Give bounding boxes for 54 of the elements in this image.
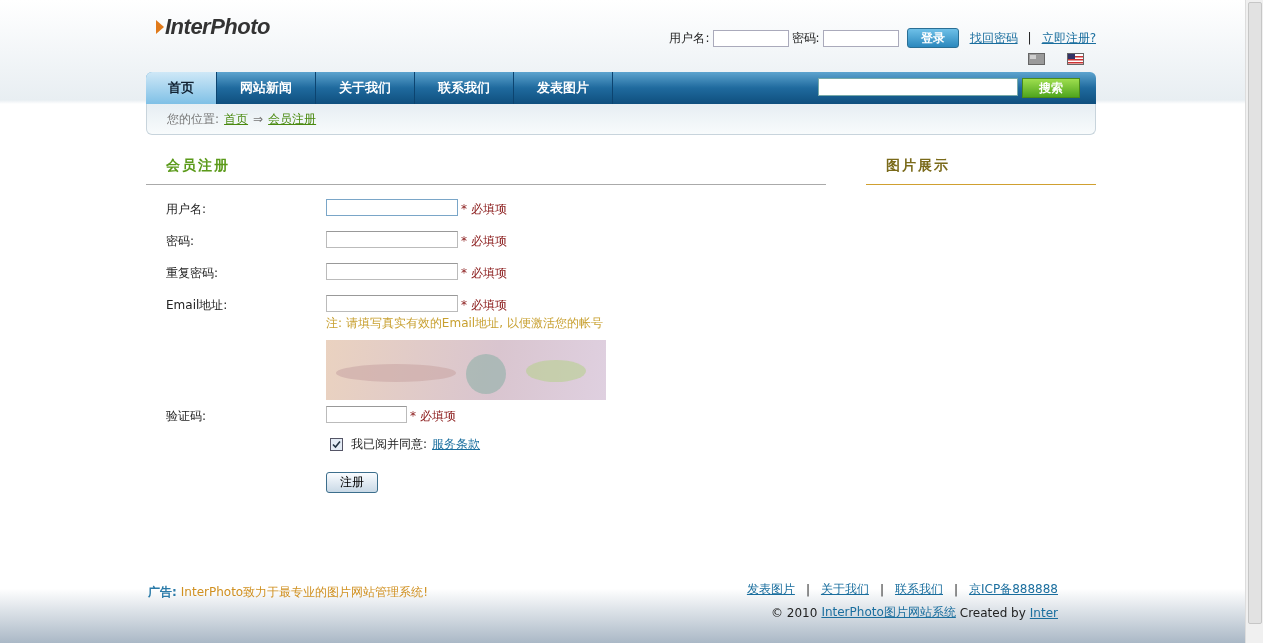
footer-link[interactable]: 发表图片 bbox=[746, 581, 795, 598]
scrollbar[interactable] bbox=[1245, 0, 1263, 643]
text-input[interactable] bbox=[326, 199, 458, 216]
striped-flag-icon[interactable] bbox=[1067, 53, 1084, 65]
agree-checkbox[interactable] bbox=[330, 438, 343, 451]
link-separator: | bbox=[1027, 31, 1032, 45]
ad-text: InterPhoto致力于最专业的图片网站管理系统! bbox=[180, 584, 429, 601]
field-label: 重复密码: bbox=[166, 265, 220, 282]
breadcrumb-link[interactable]: 会员注册 bbox=[268, 110, 317, 128]
text-input[interactable] bbox=[326, 231, 458, 248]
footer-link[interactable]: 联系我们 bbox=[895, 581, 943, 598]
section-title: 会员注册 bbox=[146, 151, 826, 185]
agree-label: 我已阅并同意: bbox=[351, 436, 428, 453]
site-logo[interactable]: InterPhoto bbox=[165, 14, 270, 40]
required-hint: * 必填项 bbox=[461, 233, 507, 250]
password-input[interactable] bbox=[822, 29, 899, 47]
ad-label: 广告: bbox=[148, 584, 177, 601]
header-link[interactable]: 找回密码 bbox=[969, 29, 1018, 47]
link-separator: | bbox=[805, 582, 810, 597]
breadcrumb-link[interactable]: 首页 bbox=[224, 110, 249, 128]
username-label: 用户名: bbox=[669, 29, 710, 47]
nav-tab[interactable]: 首页 bbox=[146, 72, 217, 104]
footer-link[interactable]: 京ICP备888888 bbox=[969, 581, 1058, 598]
required-hint: * 必填项 bbox=[461, 201, 507, 218]
header-link[interactable]: 立即注册? bbox=[1041, 29, 1096, 47]
footer-link[interactable]: 关于我们 bbox=[820, 581, 869, 598]
text-input[interactable] bbox=[326, 263, 458, 280]
search-field[interactable] bbox=[818, 78, 1018, 96]
register-button[interactable]: 注册 bbox=[326, 472, 378, 493]
text-input[interactable] bbox=[326, 295, 458, 312]
scrollbar-thumb[interactable] bbox=[1248, 2, 1262, 624]
blank-flag-icon[interactable] bbox=[1028, 53, 1045, 65]
field-label: 验证码: bbox=[166, 408, 208, 425]
field-note: 注: 请填写真实有效的Email地址, 以便激活您的帐号 bbox=[326, 315, 604, 332]
breadcrumb-separator: ⇒ bbox=[253, 112, 264, 126]
sidebar-title: 图片展示 bbox=[866, 151, 1096, 185]
breadcrumb-label: 您的位置: bbox=[167, 110, 220, 128]
logo-mark-icon bbox=[156, 20, 164, 34]
field-label: 密码: bbox=[166, 233, 196, 250]
site-link[interactable]: InterPhoto图片网站系统 bbox=[821, 604, 956, 621]
author-link[interactable]: Inter bbox=[1029, 605, 1058, 620]
link-separator: | bbox=[879, 582, 884, 597]
link-separator: | bbox=[954, 582, 959, 597]
field-label: Email地址: bbox=[166, 297, 229, 314]
required-hint: * 必填项 bbox=[461, 265, 507, 282]
created-by-text: Created by bbox=[959, 605, 1026, 620]
field-label: 用户名: bbox=[166, 201, 208, 218]
captcha-input[interactable] bbox=[326, 406, 407, 423]
copyright-text: © 2010 bbox=[771, 605, 818, 620]
terms-link[interactable]: 服务条款 bbox=[432, 436, 481, 453]
required-hint: * 必填项 bbox=[410, 408, 456, 425]
username-input[interactable] bbox=[712, 29, 789, 47]
required-hint: * 必填项 bbox=[461, 297, 507, 314]
password-label: 密码: bbox=[791, 29, 820, 47]
